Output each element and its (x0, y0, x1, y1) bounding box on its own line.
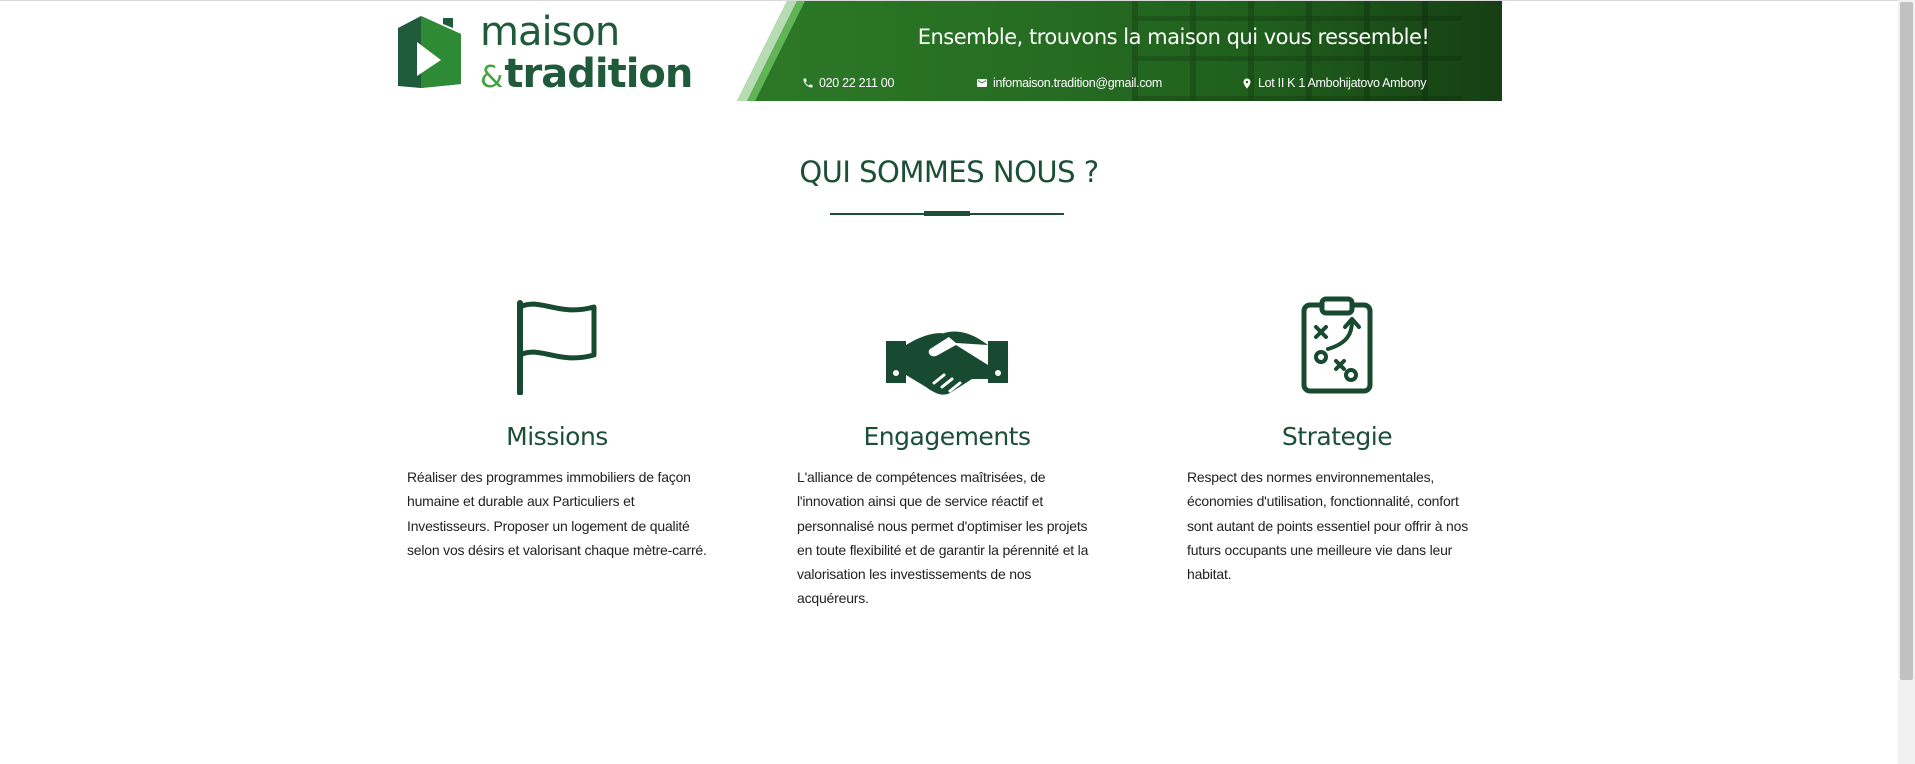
contact-phone[interactable]: 020 22 211 00 (802, 76, 894, 90)
contact-email-text: infomaison.tradition@gmail.com (993, 76, 1163, 90)
flag-icon (517, 300, 597, 395)
strategie-text: Respect des normes environnementales, éc… (1187, 469, 1469, 583)
logo-wordmark: maison &tradition (480, 9, 693, 97)
banner-tagline: Ensemble, trouvons la maison qui vous re… (917, 25, 1430, 49)
contact-address[interactable]: Lot II K 1 Ambohijatovo Ambony (1241, 76, 1427, 90)
page-scrollbar[interactable] (1898, 0, 1915, 764)
logo-ampersand: & (480, 60, 503, 95)
header-banner: Ensemble, trouvons la maison qui vous re… (725, 1, 1502, 101)
logo-house-icon (398, 16, 461, 88)
banner-slant-shape (725, 1, 805, 101)
strategy-clipboard-icon (1301, 296, 1373, 394)
logo-line1: maison (480, 9, 620, 55)
mail-icon (977, 79, 987, 87)
site-logo[interactable]: maison &tradition (395, 12, 693, 94)
engagements-title: Engagements (863, 422, 1032, 451)
feature-missions: Missions Réaliser des programmes immobil… (407, 290, 707, 562)
scrollbar-thumb[interactable] (1900, 2, 1913, 680)
engagements-text: L'alliance de compétences maîtrisées, de… (797, 469, 1089, 607)
contact-address-text: Lot II K 1 Ambohijatovo Ambony (1258, 76, 1427, 90)
section-title: QUI SOMMES NOUS ? (799, 155, 1099, 189)
col-icon-wrap (407, 290, 707, 395)
contact-phone-text: 020 22 211 00 (819, 76, 895, 90)
feature-strategie: Strategie Respect des normes environneme… (1187, 290, 1487, 586)
title-divider-accent (924, 211, 970, 216)
logo-line2: &tradition (480, 51, 693, 97)
missions-title: Missions (506, 422, 608, 451)
handshake-icon (886, 331, 1008, 395)
contact-email[interactable]: infomaison.tradition@gmail.com (976, 76, 1162, 90)
feature-engagements: Engagements L'alliance de compétences ma… (797, 290, 1097, 611)
location-pin-icon (1243, 78, 1251, 88)
missions-text: Réaliser des programmes immobiliers de f… (407, 469, 707, 558)
phone-icon (803, 78, 813, 88)
col-icon-wrap (797, 290, 1097, 395)
col-icon-wrap (1187, 290, 1487, 395)
strategie-title: Strategie (1281, 422, 1393, 451)
logo-line2-text: tradition (504, 51, 693, 97)
